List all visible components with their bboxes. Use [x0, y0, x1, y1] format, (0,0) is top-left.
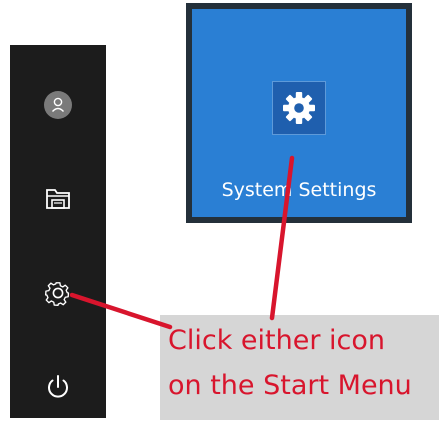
tile-label: System Settings: [221, 179, 377, 201]
power-icon: [48, 375, 68, 398]
instruction-line-1: Click either icon: [168, 325, 386, 356]
file-explorer-icon: [46, 189, 70, 209]
file-explorer-button[interactable]: [10, 169, 106, 229]
power-button[interactable]: [10, 357, 106, 417]
user-avatar-icon: [44, 91, 72, 119]
user-account-button[interactable]: [10, 75, 106, 135]
settings-button[interactable]: [10, 263, 106, 323]
tile-icon-box: [272, 81, 326, 135]
system-settings-tile[interactable]: System Settings: [192, 9, 406, 217]
gear-icon: [283, 92, 315, 124]
instruction-callout: Click either icon on the Start Menu: [160, 315, 439, 420]
instruction-line-2: on the Start Menu: [168, 370, 412, 401]
tutorial-screenshot: System Settings Click either icon on the…: [0, 0, 439, 427]
settings-gear-icon: [44, 282, 70, 307]
start-menu-sidebar: [10, 45, 106, 418]
system-settings-tile-frame: System Settings: [186, 3, 412, 223]
